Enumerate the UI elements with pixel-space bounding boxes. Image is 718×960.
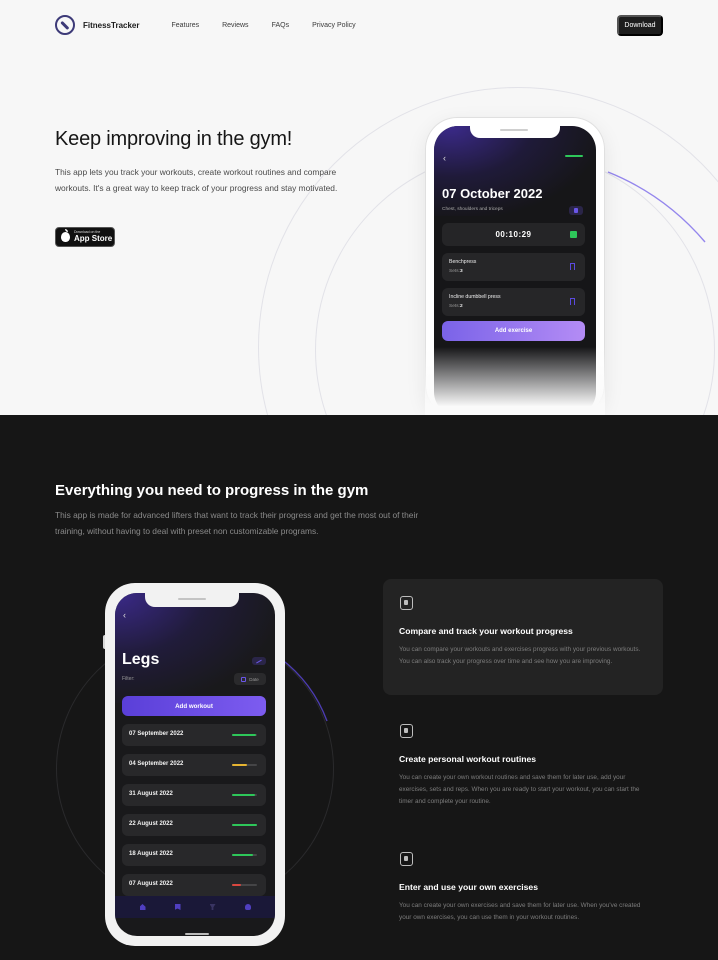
- user-icon[interactable]: [244, 904, 251, 910]
- progress-bar: [232, 734, 257, 736]
- back-arrow-icon: ‹: [443, 153, 446, 163]
- timer-value: 00:10:29: [495, 230, 532, 239]
- nav-link-features[interactable]: Features: [171, 22, 199, 29]
- workout-date: 07 September 2022: [129, 731, 184, 737]
- nav-link-faqs[interactable]: FAQs: [272, 22, 290, 29]
- workout-date: 18 August 2022: [129, 851, 173, 857]
- table-row[interactable]: 07 August 2022: [122, 874, 266, 896]
- feature-title: Create personal workout routines: [399, 754, 537, 764]
- bookmark-icon[interactable]: [174, 904, 181, 910]
- workout-date: 07 August 2022: [129, 881, 173, 887]
- brand-logo[interactable]: FitnessTracker: [55, 15, 139, 35]
- calendar-icon: [241, 676, 247, 682]
- add-exercise-button[interactable]: Add exercise: [442, 321, 585, 341]
- workout-date: 31 August 2022: [129, 791, 173, 797]
- nav-links: Features Reviews FAQs Privacy Policy: [171, 22, 378, 29]
- phone-icon: [400, 724, 413, 738]
- phone-notch: [145, 593, 239, 607]
- progress-bar: [232, 794, 257, 796]
- table-row[interactable]: 07 September 2022: [122, 724, 266, 746]
- date-filter-chip[interactable]: Date: [234, 673, 266, 685]
- progress-bar: [232, 764, 257, 766]
- tab-bar: [115, 896, 275, 918]
- sets-label: Sets:: [449, 304, 460, 309]
- progress-indicator: [565, 155, 583, 157]
- phone-notch: [470, 126, 560, 138]
- progress-bar-fill: [232, 854, 254, 856]
- nav-link-reviews[interactable]: Reviews: [222, 22, 248, 29]
- progress-bar-fill: [232, 794, 255, 796]
- add-workout-button[interactable]: Add workout: [122, 696, 266, 716]
- progress-bar: [232, 824, 257, 826]
- hero-phone-mockup: ‹ 07 October 2022 Chest, shoulders and t…: [425, 117, 605, 415]
- legs-phone-screen: ‹ Legs Filter: Date Add workout 07 Septe…: [115, 593, 275, 936]
- workout-timer: 00:10:29: [442, 223, 585, 246]
- feature-description: You can create your own workout routines…: [399, 774, 640, 805]
- table-row[interactable]: 22 August 2022: [122, 814, 266, 836]
- table-row[interactable]: 31 August 2022: [122, 784, 266, 806]
- phone-icon: [400, 596, 413, 610]
- download-button[interactable]: Download: [617, 14, 663, 36]
- feature-title: Enter and use your own exercises: [399, 882, 538, 892]
- progress-bar-fill: [232, 824, 257, 826]
- bookmark-icon[interactable]: [570, 263, 575, 270]
- sets-label: Sets:: [449, 269, 460, 274]
- progress-bar-fill: [232, 734, 256, 736]
- back-arrow-icon: ‹: [123, 610, 126, 620]
- exercise-name: Benchpress: [449, 259, 477, 265]
- workout-subtitle: Chest, shoulders and triceps: [442, 207, 503, 212]
- table-row[interactable]: 18 August 2022: [122, 844, 266, 866]
- app-store-text: App Store: [74, 234, 113, 244]
- feature-title: Compare and track your workout progress: [399, 626, 573, 636]
- exercise-name: Incline dumbbell press: [449, 294, 501, 300]
- date-filter-label: Date: [249, 676, 259, 682]
- routine-title: Legs: [122, 651, 160, 668]
- bookmark-tag-icon[interactable]: [569, 206, 583, 215]
- feature-card-compare[interactable]: Compare and track your workout progress …: [383, 579, 663, 695]
- decorative-arc: [607, 171, 706, 243]
- feature-card-exercises[interactable]: Enter and use your own exercises You can…: [383, 835, 663, 951]
- features-section: Everything you need to progress in the g…: [0, 415, 718, 960]
- progress-bar: [232, 884, 257, 886]
- check-icon[interactable]: [570, 231, 577, 238]
- sets-count: 3: [459, 269, 463, 274]
- hero-section: FitnessTracker Features Reviews FAQs Pri…: [0, 0, 718, 415]
- sets-count: 2: [459, 304, 463, 309]
- home-icon[interactable]: [139, 904, 146, 910]
- apple-icon: [61, 229, 70, 242]
- logo-icon: [55, 15, 75, 35]
- nav-link-privacy-policy[interactable]: Privacy Policy: [312, 22, 356, 29]
- progress-bar: [232, 854, 257, 856]
- workout-date: 07 October 2022: [442, 186, 543, 201]
- hero-description: This app lets you track your workouts, c…: [55, 167, 338, 193]
- home-indicator: [185, 933, 209, 935]
- app-store-button[interactable]: Download on the App Store: [55, 227, 115, 247]
- feature-description: You can compare your workouts and exerci…: [399, 646, 641, 665]
- workout-date: 22 August 2022: [129, 821, 173, 827]
- edit-icon[interactable]: [252, 657, 266, 665]
- exercise-card[interactable]: Incline dumbbell press Sets:2: [442, 288, 585, 316]
- filter-label: Filter:: [122, 676, 135, 682]
- table-row[interactable]: 04 September 2022: [122, 754, 266, 776]
- brand-name: FitnessTracker: [83, 20, 140, 30]
- progress-bar-fill: [232, 884, 241, 886]
- phone-icon: [400, 852, 413, 866]
- hero-title: Keep improving in the gym!: [55, 128, 293, 150]
- trophy-icon[interactable]: [209, 904, 216, 910]
- legs-phone-mockup: ‹ Legs Filter: Date Add workout 07 Septe…: [103, 583, 285, 946]
- feature-card-routines[interactable]: Create personal workout routines You can…: [383, 707, 663, 823]
- bookmark-icon[interactable]: [570, 298, 575, 305]
- progress-bar-fill: [232, 764, 247, 766]
- top-nav: FitnessTracker Features Reviews FAQs Pri…: [55, 14, 663, 36]
- exercise-card[interactable]: Benchpress Sets:3: [442, 253, 585, 281]
- workout-date: 04 September 2022: [129, 761, 184, 767]
- feature-description: You can create your own exercises and sa…: [399, 902, 641, 921]
